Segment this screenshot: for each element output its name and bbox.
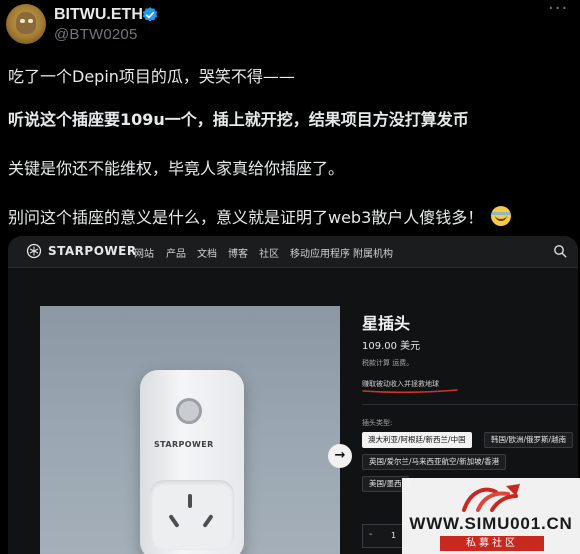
product-image: STARPOWER <box>40 306 340 554</box>
site-brand[interactable]: STARPOWER <box>48 244 137 258</box>
plug-type-option[interactable]: 韩国/欧洲/俄罗斯/越南 <box>484 432 574 448</box>
plug-power-button <box>176 398 202 424</box>
search-icon[interactable] <box>553 244 567 258</box>
socket-pin <box>188 494 192 508</box>
avatar[interactable] <box>6 4 46 44</box>
more-options-icon[interactable]: ··· <box>548 0 572 20</box>
product-title: 星插头 <box>362 314 411 333</box>
laughing-tears-emoji <box>491 206 512 226</box>
red-underline-annotation <box>362 389 458 394</box>
avatar-eye-left <box>20 19 25 23</box>
divider <box>362 404 578 405</box>
quantity-minus-button[interactable]: - <box>369 529 373 540</box>
tweet-text-line: 吃了一个Depin项目的瓜，哭笑不得—— <box>8 67 295 86</box>
watermark-logo-icon <box>462 484 520 512</box>
plug-type-option-selected[interactable]: 澳大利亚/阿根廷/新西兰/中国 <box>362 432 472 448</box>
author-display-name[interactable]: BITWU.ETH <box>54 6 143 24</box>
verified-badge-icon <box>142 7 158 22</box>
starpower-logo-icon <box>26 243 42 259</box>
product-price: 109.00 美元 <box>362 341 421 352</box>
watermark-url: WWW.SIMU001.CN <box>409 514 573 533</box>
tweet-text: 别问这个插座的意义是什么，意义就是证明了web3散户人傻钱多！ <box>8 208 484 227</box>
socket-pin <box>168 514 180 528</box>
nav-item-website[interactable]: 网站 <box>134 245 154 260</box>
tweet: BITWU.ETH @BTW0205 ··· 吃了一个Depin项目的瓜，哭笑不… <box>0 0 580 554</box>
nav-item-docs[interactable]: 文档 <box>197 245 217 260</box>
site-navbar: STARPOWER 网站 产品 文档 博客 社区 移动应用程序 附属机构 <box>8 236 578 268</box>
next-image-arrow-icon[interactable]: → <box>328 444 352 468</box>
tweet-text-line-with-emoji: 别问这个插座的意义是什么，意义就是证明了web3散户人傻钱多！ <box>8 204 512 228</box>
tax-shipping-note[interactable]: 税款计算 运费。 <box>362 358 413 368</box>
nav-item-affiliates[interactable]: 附属机构 <box>353 245 393 260</box>
socket-pin <box>202 514 214 528</box>
smart-plug-device: STARPOWER <box>140 370 244 554</box>
plug-type-label: 插头类型: <box>362 419 393 427</box>
plug-type-option[interactable]: 英国/爱尔兰/马来西亚航空/新加坡/香港 <box>362 454 507 470</box>
nav-item-products[interactable]: 产品 <box>166 245 186 260</box>
quantity-value: 1 <box>391 531 397 540</box>
watermark: WWW.SIMU001.CN 私募社区 <box>402 478 580 554</box>
tweet-text-line-bold: 听说这个插座要109u一个，插上就开挖，结果项目方没打算发币 <box>8 110 469 129</box>
watermark-caption: 私募社区 <box>440 536 544 551</box>
tweet-text-line: 关键是你还不能维权，毕竟人家真给你插座了。 <box>8 159 345 178</box>
nav-item-mobile-app[interactable]: 移动应用程序 <box>290 245 350 260</box>
plug-socket <box>150 480 234 550</box>
plug-brand-text: STARPOWER <box>154 440 214 449</box>
author-handle[interactable]: @BTW0205 <box>54 26 138 43</box>
nav-item-community[interactable]: 社区 <box>259 245 279 260</box>
nav-item-blog[interactable]: 博客 <box>228 245 248 260</box>
avatar-face <box>16 12 36 34</box>
avatar-eye-right <box>28 19 33 23</box>
